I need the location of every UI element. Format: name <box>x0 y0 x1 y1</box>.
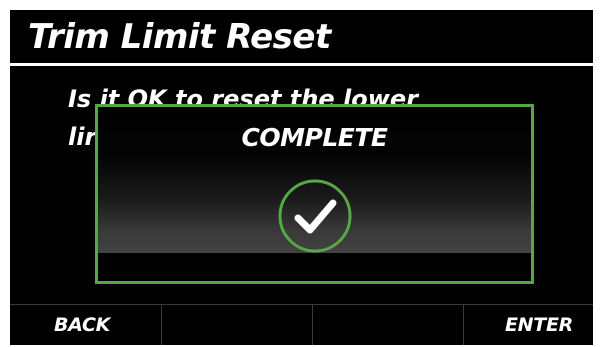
softkey-2-button[interactable] <box>163 305 311 345</box>
softkey-3-button[interactable] <box>314 305 462 345</box>
complete-dialog: COMPLETE <box>95 104 534 284</box>
check-circle-icon <box>278 179 352 253</box>
title-divider <box>10 63 593 66</box>
back-button[interactable]: BACK <box>10 305 160 345</box>
softkey-separator <box>463 305 464 345</box>
softkey-bar: BACK ENTER <box>10 304 593 345</box>
page-title: Trim Limit Reset <box>28 17 331 57</box>
dialog-title: COMPLETE <box>241 123 388 152</box>
title-bar: Trim Limit Reset <box>10 10 593 63</box>
enter-button[interactable]: ENTER <box>465 305 593 345</box>
softkey-separator <box>312 305 313 345</box>
display-screen: Trim Limit Reset Is it OK to reset the l… <box>10 10 593 345</box>
softkey-separator <box>161 305 162 345</box>
